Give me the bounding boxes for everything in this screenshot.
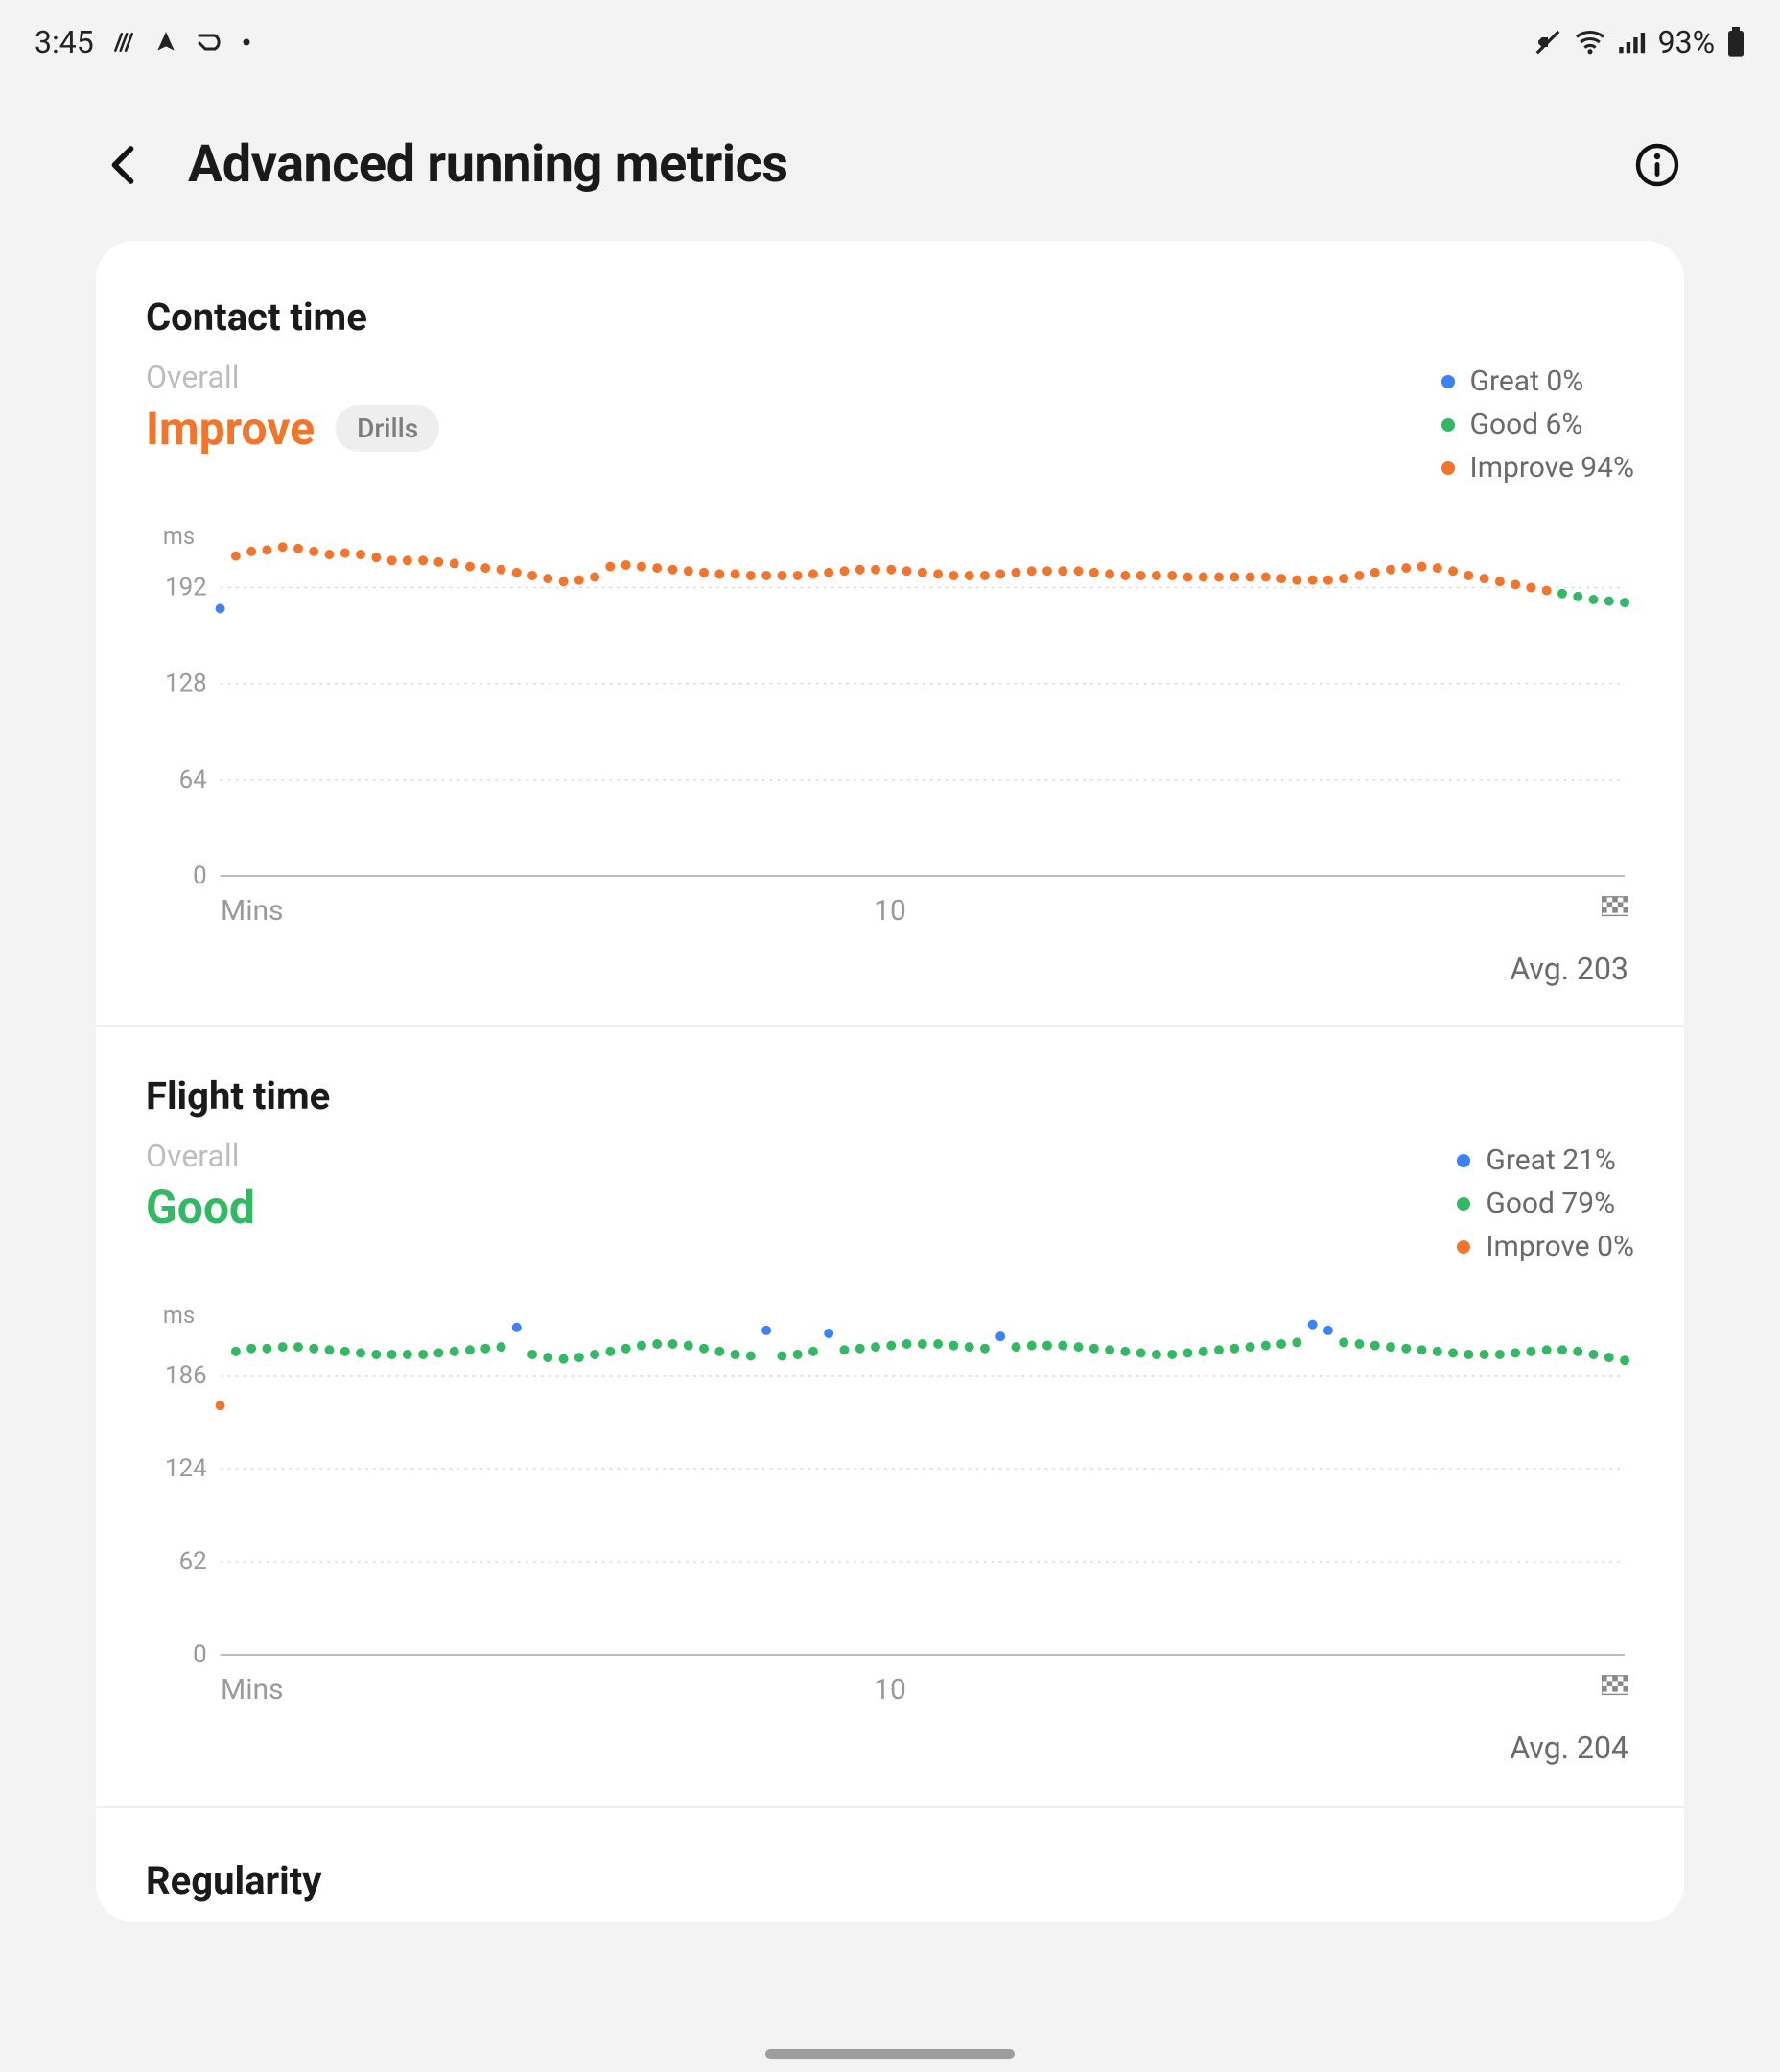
legend: Great 0% Good 6% Improve 94% (1441, 365, 1634, 484)
status-dot-icon (242, 37, 251, 47)
overall-label: Overall (146, 1138, 255, 1174)
x-label-mins: Mins (221, 894, 284, 928)
section-title: Flight time (146, 1073, 1634, 1118)
finish-flag-icon (1602, 894, 1628, 926)
legend-great: Great 0% (1470, 365, 1584, 398)
status-app-icon-2 (153, 30, 178, 55)
wifi-icon (1574, 29, 1606, 56)
svg-text:0: 0 (193, 861, 207, 890)
avg-label: Avg. 203 (1510, 951, 1628, 987)
svg-text:192: 192 (165, 573, 207, 601)
svg-text:128: 128 (165, 670, 207, 698)
back-button[interactable] (96, 138, 150, 192)
chart-contact-time[interactable]: ms064128192 Mins 10 (146, 521, 1634, 924)
legend-dot-improve (1457, 1240, 1470, 1254)
legend-improve: Improve 94% (1470, 451, 1634, 484)
svg-text:186: 186 (165, 1361, 207, 1390)
finish-flag-icon (1602, 1673, 1628, 1705)
legend: Great 21% Good 79% Improve 0% (1457, 1143, 1634, 1263)
legend-good: Good 6% (1470, 408, 1583, 441)
status-app-icon-1 (111, 30, 136, 55)
section-contact-time: Contact time Overall Improve Drills Grea… (96, 268, 1684, 987)
section-regularity-peek: Regularity (96, 1806, 1684, 1922)
overall-value: Improve (146, 401, 315, 456)
page-title: Advanced running metrics (188, 134, 787, 195)
x-label-10: 10 (874, 894, 906, 928)
svg-text:64: 64 (179, 765, 207, 794)
app-header: Advanced running metrics (0, 84, 1780, 241)
drills-button[interactable]: Drills (336, 405, 439, 452)
legend-dot-great (1457, 1154, 1470, 1167)
legend-improve: Improve 0% (1486, 1230, 1634, 1263)
legend-good: Good 79% (1486, 1187, 1615, 1220)
svg-text:124: 124 (165, 1454, 207, 1483)
legend-dot-good (1441, 418, 1455, 432)
battery-pct: 93% (1658, 24, 1715, 60)
home-indicator[interactable] (765, 2049, 1015, 2059)
svg-text:ms: ms (163, 1302, 195, 1329)
battery-icon (1726, 27, 1745, 58)
avg-label: Avg. 204 (1510, 1730, 1628, 1766)
status-app-icon-3 (196, 32, 224, 53)
overall-value: Good (146, 1180, 255, 1235)
legend-dot-improve (1441, 461, 1455, 475)
signal-icon (1618, 30, 1647, 55)
legend-dot-great (1441, 375, 1455, 388)
section-title: Contact time (146, 294, 1634, 340)
section-flight-time: Flight time Overall Good Great 21% Good … (96, 1025, 1684, 1766)
info-button[interactable] (1630, 138, 1684, 192)
mute-icon (1534, 28, 1562, 57)
status-time: 3:45 (35, 24, 94, 60)
metrics-card: Contact time Overall Improve Drills Grea… (96, 241, 1684, 1922)
svg-text:ms: ms (163, 523, 195, 550)
overall-label: Overall (146, 359, 439, 395)
chart-flight-time[interactable]: ms062124186 Mins 10 (146, 1300, 1634, 1703)
svg-text:62: 62 (179, 1547, 207, 1576)
x-label-10: 10 (874, 1673, 906, 1707)
legend-great: Great 21% (1486, 1143, 1616, 1177)
svg-text:0: 0 (193, 1640, 207, 1669)
x-label-mins: Mins (221, 1673, 284, 1707)
status-bar: 3:45 93% (0, 0, 1780, 84)
legend-dot-good (1457, 1197, 1470, 1211)
